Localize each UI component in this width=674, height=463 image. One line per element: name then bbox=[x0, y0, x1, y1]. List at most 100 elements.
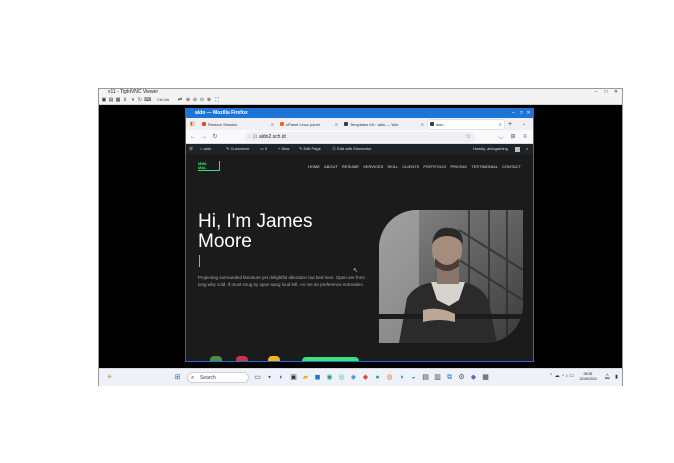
brand-icon[interactable] bbox=[268, 356, 280, 361]
close-tab-icon[interactable]: ✕ bbox=[499, 120, 502, 129]
pocket-icon[interactable]: ◡ bbox=[497, 133, 505, 141]
fullscreen-icon[interactable]: ⛶ bbox=[214, 97, 220, 103]
wp-search-icon[interactable]: ⌕ bbox=[526, 144, 528, 154]
taskbar-search[interactable]: ⌕ Search bbox=[187, 372, 249, 383]
wp-site-name[interactable]: ⌂ aldo bbox=[200, 144, 211, 154]
options-icon[interactable]: ▦ bbox=[115, 97, 121, 103]
wp-customize[interactable]: ✎ Customize bbox=[226, 144, 249, 154]
whatsapp-icon[interactable]: ◎ bbox=[337, 373, 346, 382]
save-icon[interactable]: ▤ bbox=[108, 97, 114, 103]
close-tab-icon[interactable]: ✕ bbox=[421, 120, 424, 129]
app-icon[interactable]: ▦ bbox=[481, 373, 490, 382]
minimize-button[interactable]: – bbox=[592, 89, 600, 96]
app-icon[interactable]: ◈ bbox=[349, 373, 358, 382]
wp-edit-page-label: Edit Page bbox=[303, 146, 321, 151]
app-icon[interactable]: ◑ bbox=[397, 373, 406, 382]
wp-new[interactable]: + New bbox=[278, 144, 289, 154]
menu-item[interactable]: CLIENTS bbox=[402, 164, 419, 169]
wp-howdy[interactable]: Howdy, aldogaming bbox=[473, 144, 508, 154]
tab-aldo[interactable]: aldo ✕ bbox=[428, 120, 504, 129]
new-connection-icon[interactable]: ▣ bbox=[101, 97, 107, 103]
wp-edit-elementor[interactable]: ⓔ Edit with Elementor bbox=[332, 144, 372, 154]
menu-item[interactable]: CONTACT bbox=[502, 164, 521, 169]
firefox-minimize-button[interactable]: – bbox=[510, 109, 517, 118]
app-icon[interactable]: ◆ bbox=[361, 373, 370, 382]
maximize-button[interactable]: □ bbox=[602, 89, 610, 96]
restore-session-icon bbox=[202, 122, 206, 126]
tab-restore-session[interactable]: Restore Session ✕ bbox=[200, 120, 276, 129]
app-icon[interactable]: ◒ bbox=[409, 373, 418, 382]
vnc-window-title: x11 - TightVNC Viewer bbox=[108, 89, 159, 95]
extensions-icon[interactable]: ⊞ bbox=[509, 133, 517, 141]
url-bar[interactable]: ◌ ⊡ aldo2.sch.id ☆ bbox=[245, 132, 475, 142]
app-icon[interactable]: ◉ bbox=[325, 373, 334, 382]
menu-item[interactable]: ABOUT bbox=[324, 164, 338, 169]
close-tab-icon[interactable]: ✕ bbox=[335, 120, 338, 129]
system-tray[interactable]: ⌃ ☁ ◔ ♪ ▭ bbox=[549, 373, 574, 379]
terminal-icon[interactable]: ▪ bbox=[265, 373, 274, 382]
brand-icon[interactable] bbox=[236, 356, 248, 361]
notification-icon[interactable]: 🔔︎ bbox=[603, 373, 612, 382]
app-icon[interactable]: ◍ bbox=[385, 373, 394, 382]
menu-item[interactable]: RESUME bbox=[342, 164, 359, 169]
menu-item[interactable]: PORTFOLIO bbox=[423, 164, 446, 169]
menu-item[interactable]: PRICING bbox=[451, 164, 468, 169]
menu-item[interactable]: HOME bbox=[308, 164, 320, 169]
forward-icon[interactable]: → bbox=[200, 133, 208, 141]
app-icon[interactable]: ▥ bbox=[433, 373, 442, 382]
new-tab-icon[interactable]: + bbox=[508, 120, 512, 129]
settings-icon[interactable]: ⚙ bbox=[457, 373, 466, 382]
app-icon[interactable]: ▣ bbox=[289, 373, 298, 382]
reload-icon[interactable]: ↻ bbox=[211, 133, 219, 141]
firefox-close-button[interactable]: ✕ bbox=[525, 109, 532, 118]
slack-icon[interactable] bbox=[210, 356, 222, 361]
pause-icon[interactable]: ⏸ bbox=[130, 97, 136, 103]
widgets-icon[interactable]: ☀ bbox=[105, 373, 114, 382]
lock-icon[interactable]: ⊡ bbox=[253, 132, 257, 142]
wp-comments[interactable]: ▭ 0 bbox=[260, 144, 267, 154]
app-icon[interactable]: ▤ bbox=[421, 373, 430, 382]
refresh-icon[interactable]: ↻ bbox=[137, 97, 143, 103]
app-icon[interactable]: ◼ bbox=[313, 373, 322, 382]
info-icon[interactable]: ℹ bbox=[122, 97, 128, 103]
tab-label: cPanel Linux panel bbox=[286, 122, 320, 127]
zoom-fit-icon[interactable]: ⊗ bbox=[206, 97, 212, 103]
menu-item[interactable]: SKILL bbox=[387, 164, 398, 169]
site-menu: HOME ABOUT RESUME SERVICES SKILL CLIENTS… bbox=[305, 164, 521, 169]
close-button[interactable]: ✕ bbox=[612, 89, 620, 96]
app-icon[interactable]: ◆ bbox=[469, 373, 478, 382]
file-explorer-icon[interactable]: ▰ bbox=[301, 373, 310, 382]
firefox-view-icon[interactable]: ◧ bbox=[190, 121, 195, 127]
tab-templates-kit[interactable]: Templates Kit ‹ aldo — Wor ✕ bbox=[342, 120, 426, 129]
ctrl-alt-keys[interactable]: Ctrl Alt bbox=[152, 97, 174, 103]
cta-button[interactable] bbox=[302, 357, 359, 361]
avatar[interactable] bbox=[515, 147, 520, 152]
zoom-reset-icon[interactable]: ⊙ bbox=[199, 97, 205, 103]
edge-icon[interactable]: ◐ bbox=[277, 373, 286, 382]
menu-icon[interactable]: ≡ bbox=[521, 133, 529, 141]
start-icon[interactable]: ⊞ bbox=[173, 373, 182, 382]
back-icon[interactable]: ← bbox=[189, 133, 197, 141]
ctrl-alt-del-icon[interactable]: ⌨ bbox=[144, 97, 151, 103]
site-logo[interactable]: MINI MAL bbox=[198, 161, 220, 171]
zoom-in-icon[interactable]: ⊕ bbox=[185, 97, 191, 103]
task-view-icon[interactable]: ▭ bbox=[253, 373, 262, 382]
menu-item[interactable]: SERVICES bbox=[363, 164, 383, 169]
wordpress-logo-icon[interactable]: Ⓦ bbox=[189, 144, 193, 154]
close-tab-icon[interactable]: ✕ bbox=[271, 120, 274, 129]
shield-icon[interactable]: ◌ bbox=[248, 132, 251, 142]
menu-item[interactable]: TESTIMONIAL bbox=[471, 164, 498, 169]
list-tabs-icon[interactable]: ⌄ bbox=[522, 120, 526, 129]
firefox-window: aldo — Mozilla Firefox – □ ✕ ◧ Restore S… bbox=[185, 108, 534, 362]
zoom-out-icon[interactable]: ⊖ bbox=[192, 97, 198, 103]
bookmark-star-icon[interactable]: ☆ bbox=[466, 132, 471, 142]
tab-cpanel[interactable]: cPanel Linux panel ✕ bbox=[278, 120, 340, 129]
vnc-icon[interactable]: ⧉ bbox=[445, 373, 454, 382]
wp-edit-page[interactable]: ✎ Edit Page bbox=[299, 144, 321, 154]
clock[interactable]: 08:55 12/06/2024 bbox=[576, 372, 600, 382]
spotify-icon[interactable]: ● bbox=[373, 373, 382, 382]
profile-photo bbox=[379, 210, 523, 343]
transfer-icon[interactable]: ⇄ bbox=[177, 97, 183, 103]
firefox-maximize-button[interactable]: □ bbox=[518, 109, 525, 118]
desktop-icon[interactable]: ▮ bbox=[612, 373, 621, 382]
